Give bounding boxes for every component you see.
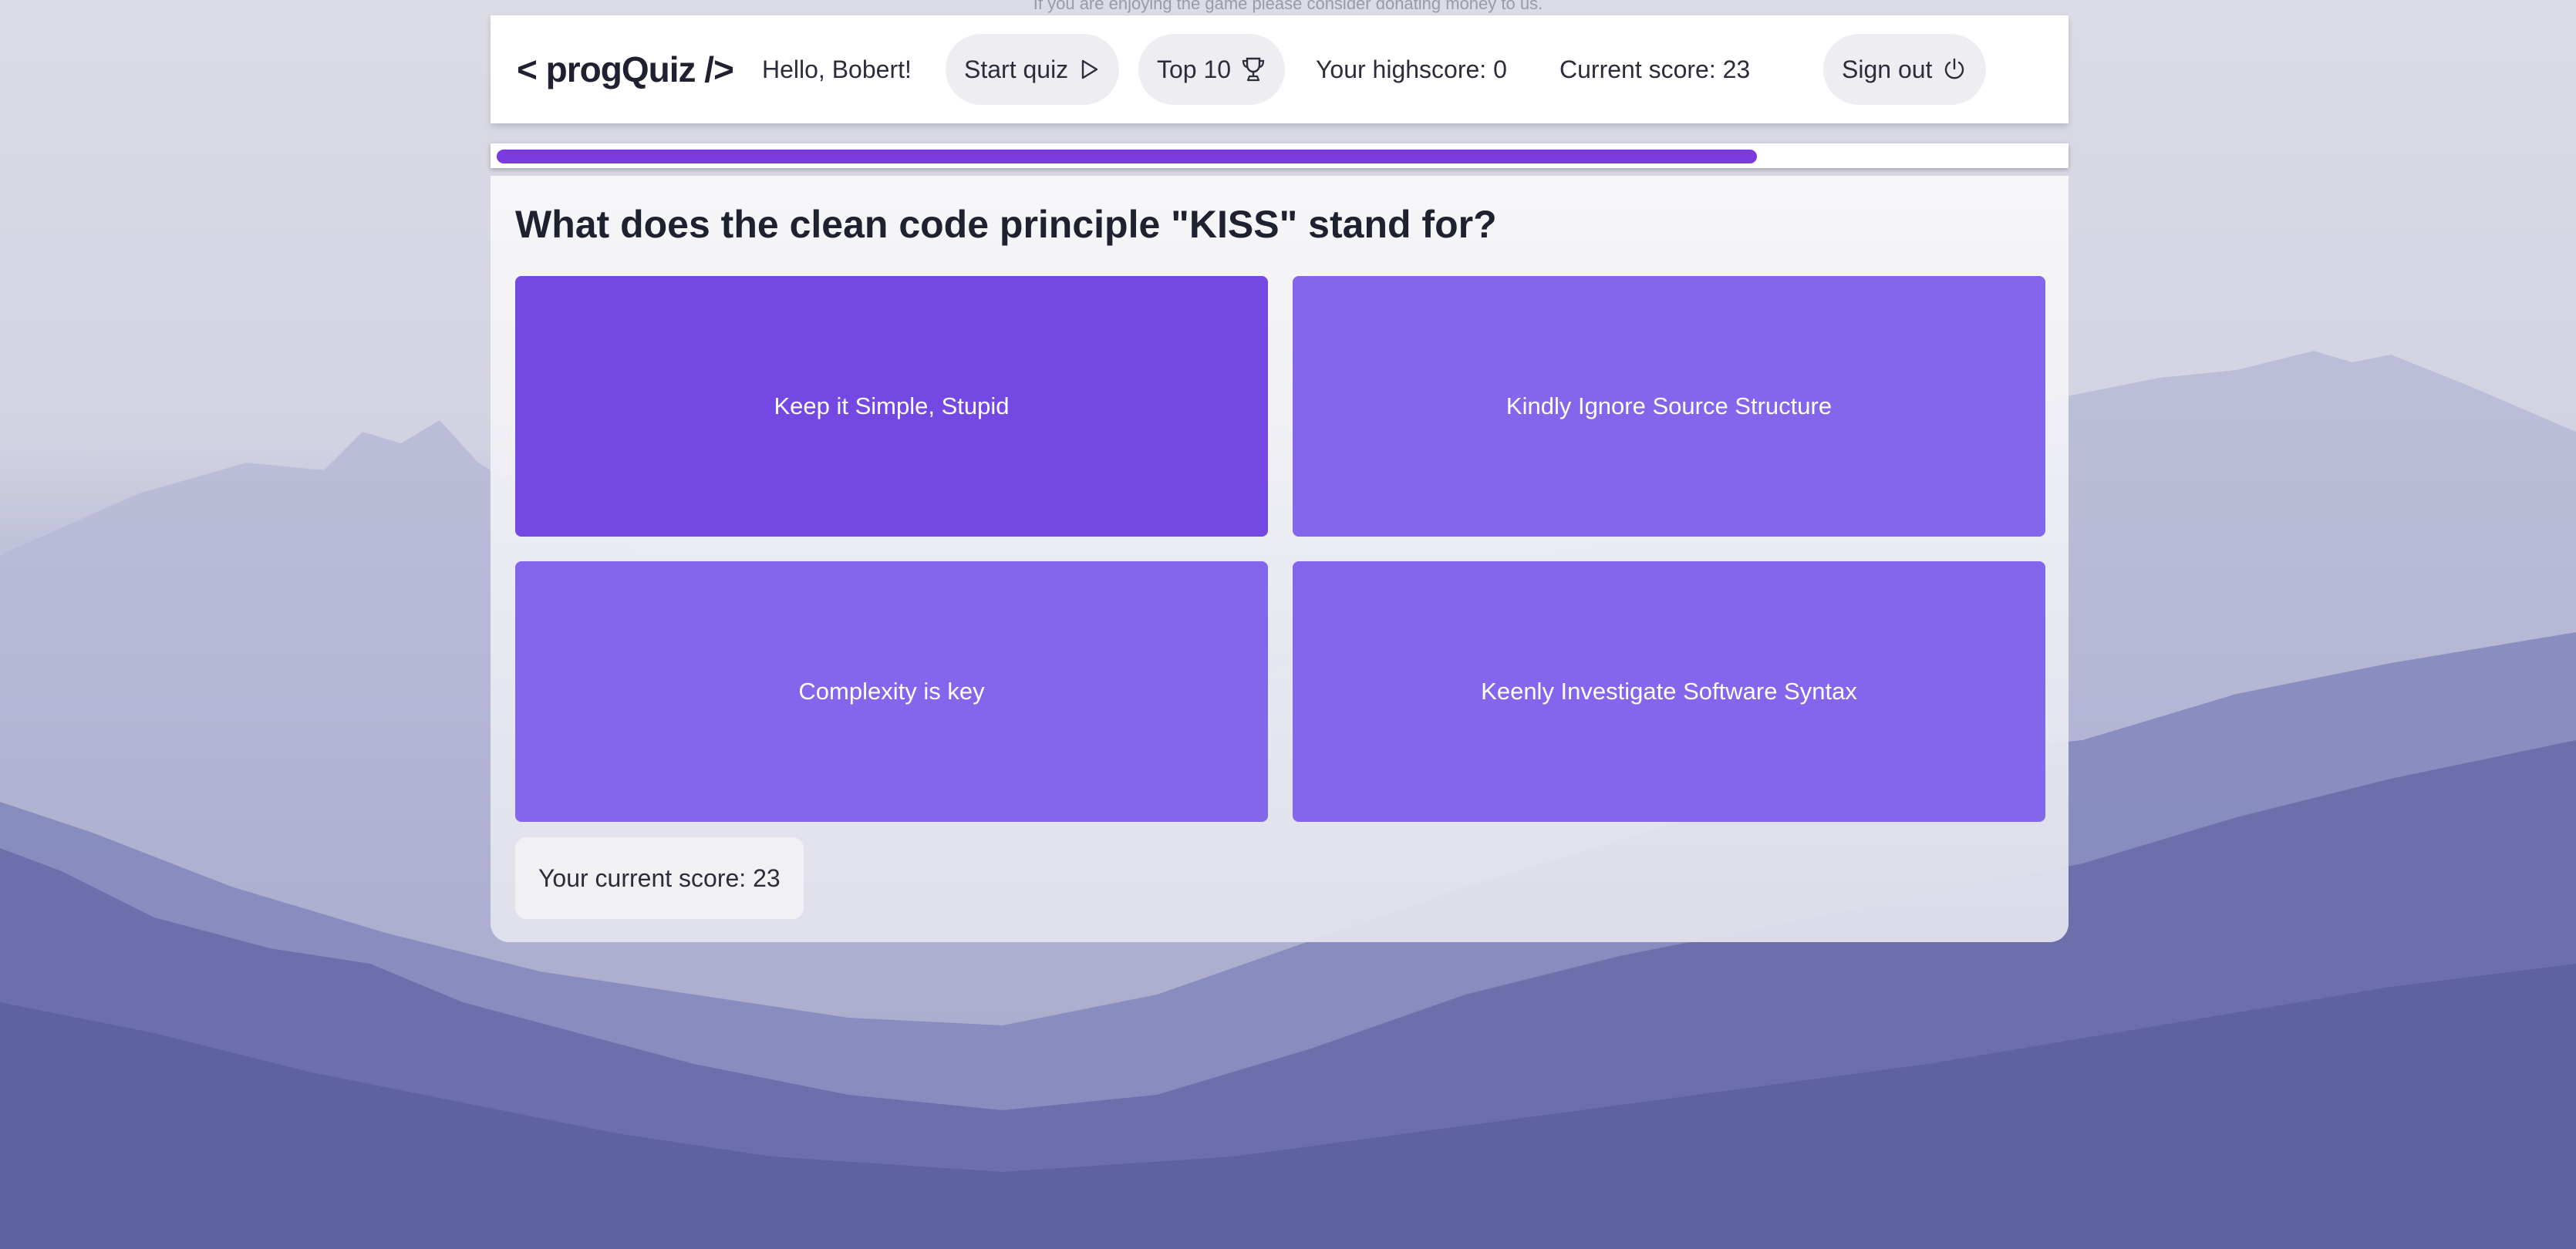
top-10-button[interactable]: Top 10 xyxy=(1138,34,1286,105)
current-score-text: Current score: 23 xyxy=(1559,55,1751,83)
answer-option-1[interactable]: Keep it Simple, Stupid xyxy=(515,276,1268,537)
app-logo[interactable]: < progQuiz /> xyxy=(517,49,734,90)
quiz-panel: What does the clean code principle "KISS… xyxy=(491,176,2069,942)
answer-option-2[interactable]: Kindly Ignore Source Structure xyxy=(1293,276,2045,537)
play-icon xyxy=(1081,59,1098,79)
highscore-text: Your highscore: 0 xyxy=(1316,55,1507,83)
answer-label: Keenly Investigate Software Syntax xyxy=(1481,678,1857,705)
answer-label: Keep it Simple, Stupid xyxy=(774,392,1010,419)
power-icon xyxy=(1945,58,1964,79)
answer-label: Kindly Ignore Source Structure xyxy=(1505,392,1833,419)
donation-note: If you are enjoying the game please cons… xyxy=(1033,0,1543,13)
start-quiz-button[interactable]: Start quiz xyxy=(946,34,1120,105)
answer-option-3[interactable]: Complexity is key xyxy=(515,561,1268,822)
quiz-progress-bar xyxy=(491,143,2069,168)
top-nav-bar: < progQuiz /> Hello, Bobert! Start quiz … xyxy=(491,15,2069,123)
sign-out-button[interactable]: Sign out xyxy=(1823,34,1987,105)
current-score-badge: Your current score: 23 xyxy=(515,837,804,919)
start-quiz-label: Start quiz xyxy=(964,55,1069,83)
answer-option-4[interactable]: Keenly Investigate Software Syntax xyxy=(1293,561,2045,822)
sign-out-label: Sign out xyxy=(1842,55,1933,83)
answer-label: Complexity is key xyxy=(798,678,985,705)
question-text: What does the clean code principle "KISS… xyxy=(515,203,1497,246)
score-label: Your current score: 23 xyxy=(538,864,781,892)
progress-fill xyxy=(497,150,1758,163)
trophy-icon xyxy=(1242,57,1265,82)
top-10-label: Top 10 xyxy=(1157,55,1232,83)
progress-track xyxy=(497,150,2062,163)
greeting-text: Hello, Bobert! xyxy=(762,55,912,83)
